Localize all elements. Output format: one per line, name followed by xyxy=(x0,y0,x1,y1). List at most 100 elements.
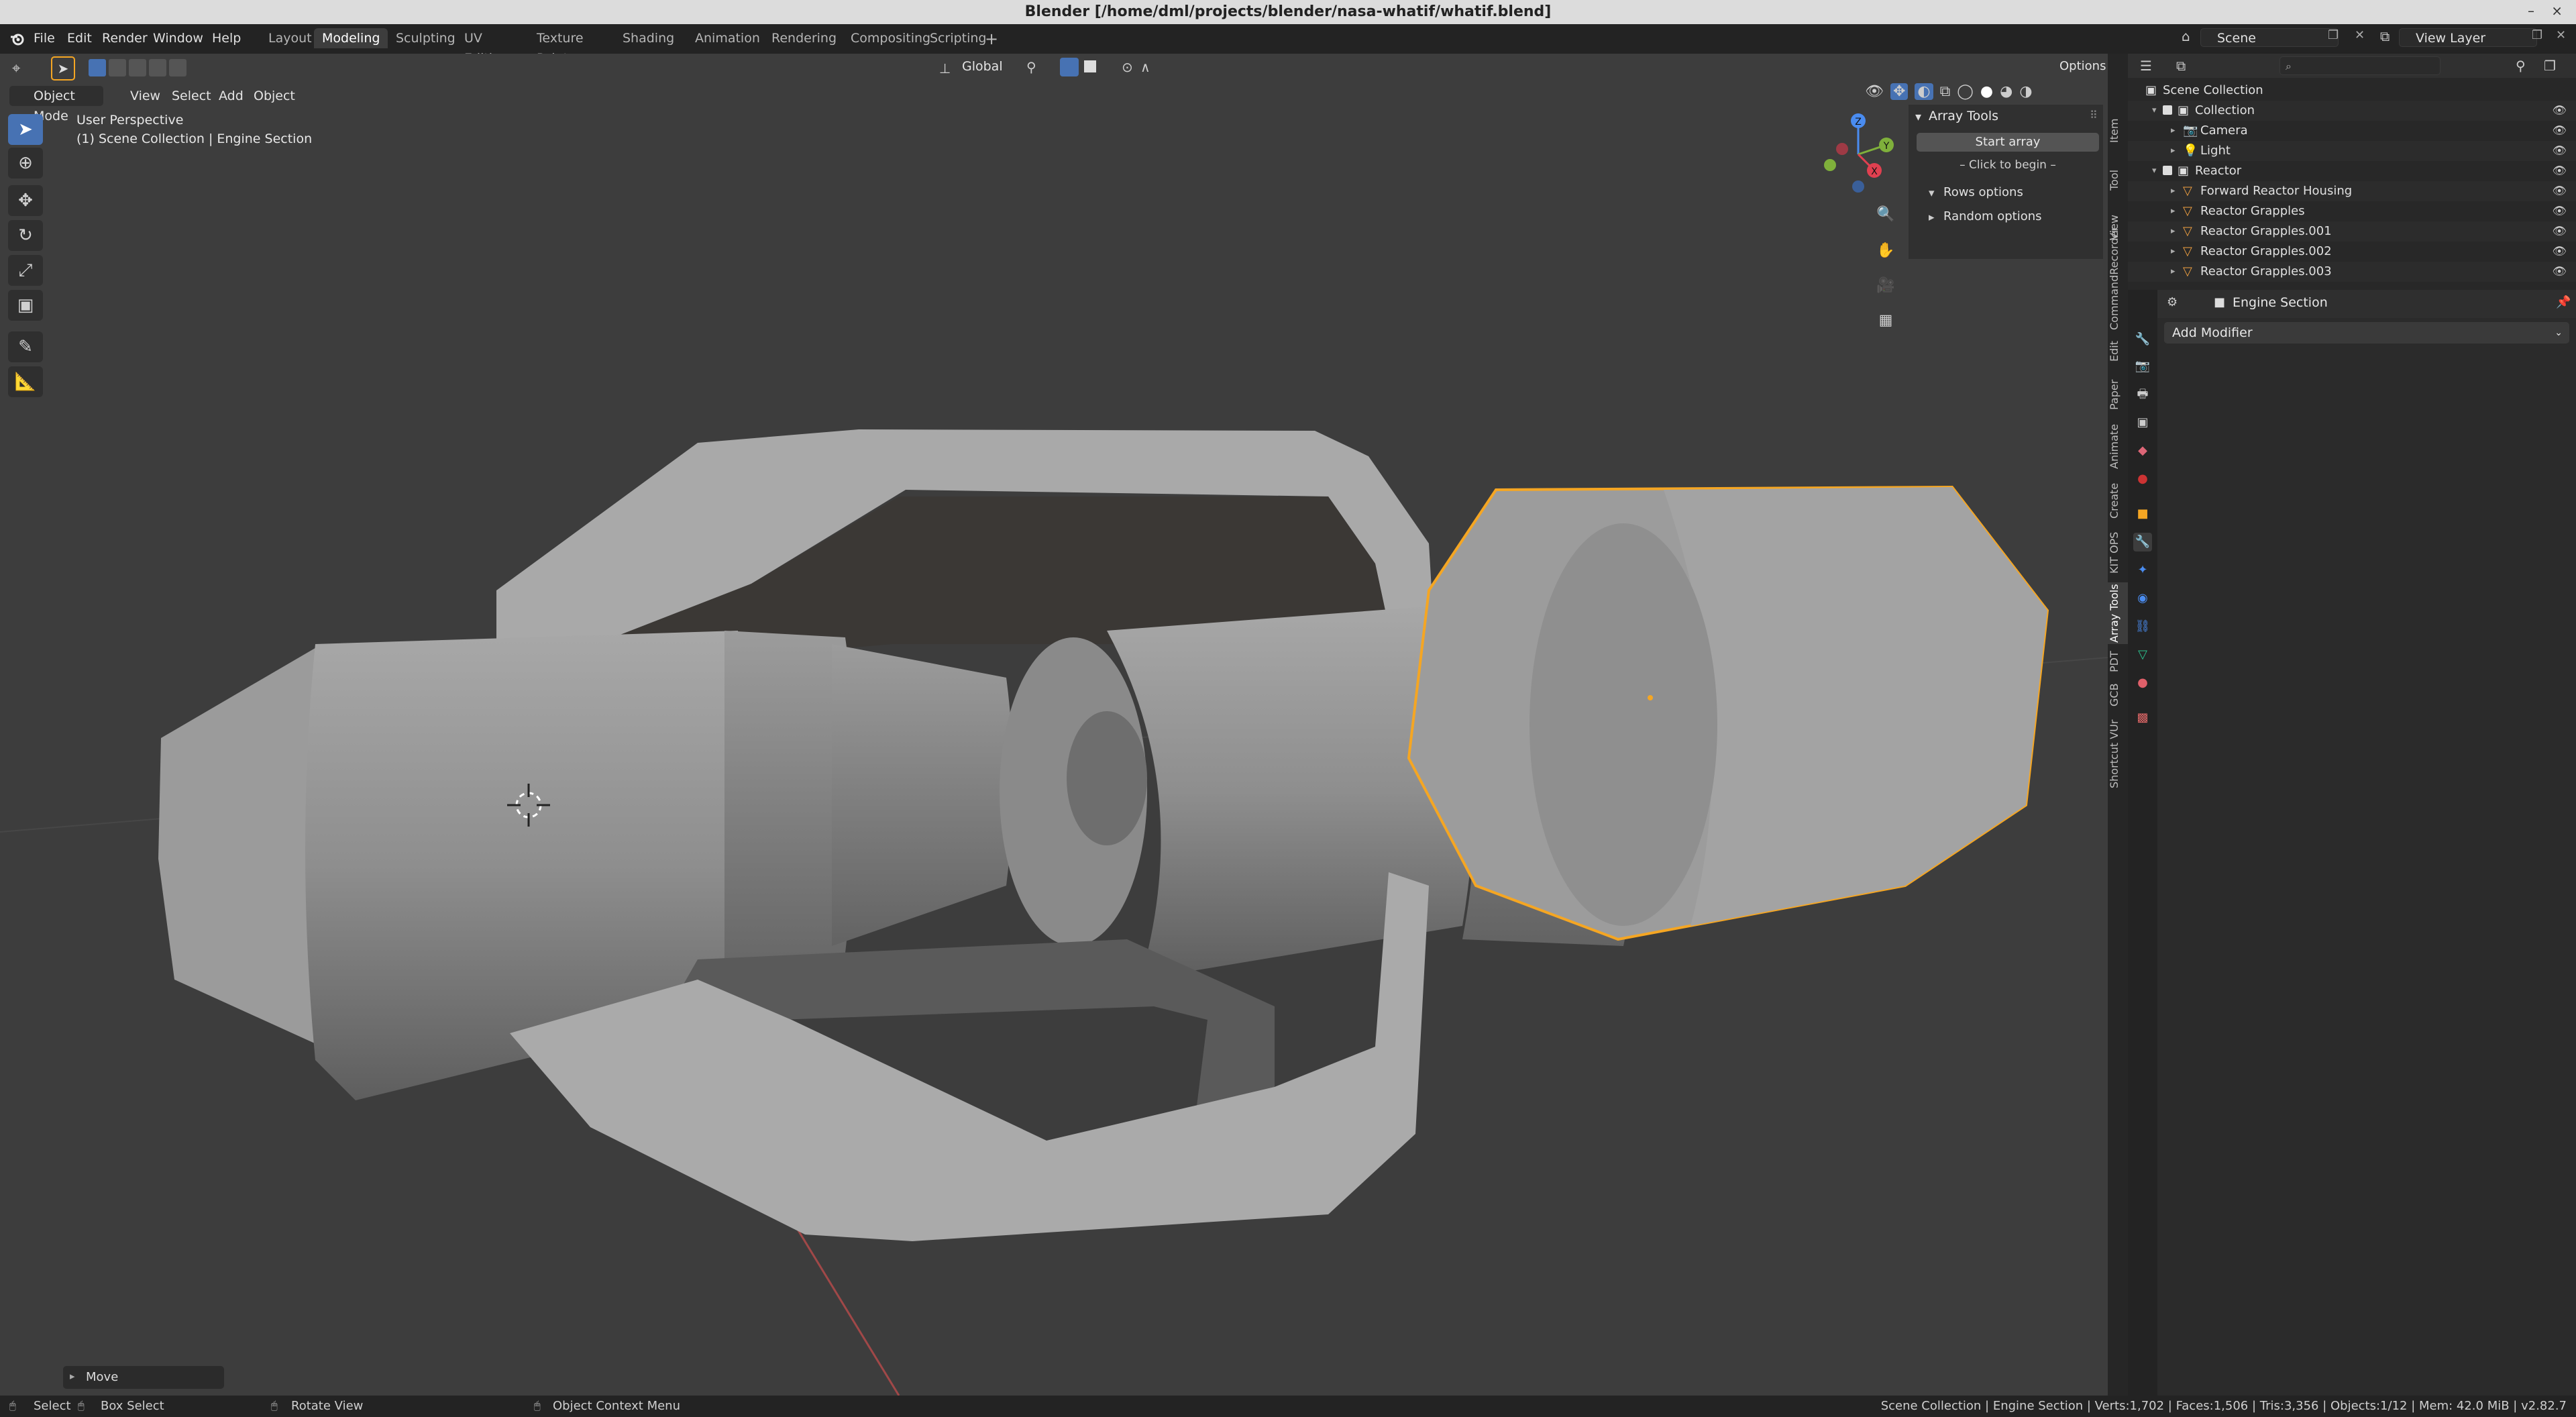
add-workspace-icon[interactable]: + xyxy=(985,30,998,48)
expand-icon[interactable]: ▸ xyxy=(2171,201,2176,221)
view-layer-tab-icon[interactable]: ▣ xyxy=(2133,413,2152,432)
sidebar-tab-edit[interactable]: Edit xyxy=(2108,334,2128,369)
visibility-eye-icon[interactable]: 👁 xyxy=(2552,262,2567,282)
collection-checkbox[interactable] xyxy=(2163,105,2172,115)
random-expand-icon[interactable]: ▸ xyxy=(1929,211,1935,224)
render-tab-icon[interactable]: 📷 xyxy=(2133,357,2152,376)
solid-shading-icon[interactable]: ● xyxy=(1980,83,1993,100)
visibility-eye-icon[interactable]: 👁 xyxy=(2552,121,2567,141)
visibility-eye-icon[interactable]: 👁 xyxy=(2552,101,2567,121)
snap-toggle-icon[interactable] xyxy=(1060,58,1079,76)
falloff-icon[interactable]: ∧ xyxy=(1140,59,1150,75)
intersect-selection-icon[interactable] xyxy=(169,59,186,76)
scene-tab-icon[interactable]: ◆ xyxy=(2133,441,2152,460)
tab-rendering[interactable]: Rendering xyxy=(763,28,845,48)
transform-orientation-dropdown[interactable]: Global xyxy=(962,56,1003,76)
new-scene-icon[interactable]: ❐ xyxy=(2328,28,2339,42)
menu-file[interactable]: File xyxy=(34,31,55,46)
outliner-row[interactable]: ▸ ▽ Reactor Grapples.002 👁 xyxy=(2128,242,2576,262)
pivot-point-icon[interactable]: ⚲ xyxy=(1026,59,1036,75)
menu-help[interactable]: Help xyxy=(212,31,241,46)
visibility-eye-icon[interactable]: 👁 xyxy=(2552,242,2567,262)
sidebar-tab-shortcut-vur[interactable]: Shortcut VUr xyxy=(2108,714,2128,794)
rows-options-panel[interactable]: Rows options xyxy=(1943,185,2023,199)
remove-view-layer-icon[interactable]: ✕ xyxy=(2556,28,2566,42)
view-menu[interactable]: View xyxy=(130,86,160,106)
expand-icon[interactable]: ▸ xyxy=(2171,262,2176,282)
rows-expand-icon[interactable]: ▾ xyxy=(1929,187,1935,200)
rotate-tool-icon[interactable]: ↻ xyxy=(8,220,43,251)
object-mode-dropdown[interactable]: Object Mode xyxy=(9,86,103,123)
tab-modeling[interactable]: Modeling xyxy=(314,28,388,48)
outliner-row[interactable]: ▸ ▽ Forward Reactor Housing 👁 xyxy=(2128,181,2576,201)
view-layer-icon[interactable]: ⧉ xyxy=(2380,28,2390,44)
ortho-toggle-icon[interactable]: ▦ xyxy=(1870,305,1901,335)
expand-icon[interactable]: ▸ xyxy=(2171,221,2176,242)
select-menu[interactable]: Select xyxy=(172,86,211,106)
sidebar-tab-kit-ops[interactable]: KIT OPS xyxy=(2108,527,2128,578)
outliner-row[interactable]: ▸ ▽ Reactor Grapples 👁 xyxy=(2128,201,2576,221)
constraints-tab-icon[interactable]: ⛓ xyxy=(2133,617,2152,636)
outliner-row[interactable]: ▸ ▽ Reactor Grapples.003 👁 xyxy=(2128,262,2576,282)
start-array-button[interactable]: Start array xyxy=(1917,133,2099,152)
tab-shading[interactable]: Shading xyxy=(614,28,682,48)
expand-icon[interactable]: ▸ xyxy=(2171,181,2176,201)
scene-icon[interactable]: ⌂ xyxy=(2182,28,2190,44)
close-button[interactable]: × xyxy=(2551,3,2563,19)
tool-tab-icon[interactable]: 🔧 xyxy=(2133,330,2152,349)
set-selection-icon[interactable] xyxy=(89,59,106,76)
outliner-search-input[interactable]: ⌕ xyxy=(2279,56,2440,75)
material-shading-icon[interactable]: ◕ xyxy=(2000,83,2012,100)
editor-type-icon[interactable]: ⚙ xyxy=(2167,295,2178,309)
expand-icon[interactable]: ▸ xyxy=(2171,141,2176,161)
options-dropdown[interactable]: Options xyxy=(2059,56,2106,76)
outliner-row[interactable]: ▣ Scene Collection xyxy=(2128,81,2576,101)
proportional-edit-icon[interactable]: ⊙ xyxy=(1122,59,1133,75)
sidebar-tab-create[interactable]: Create xyxy=(2108,478,2128,523)
tab-layout[interactable]: Layout xyxy=(260,28,320,48)
select-tool-icon[interactable]: ➤ xyxy=(51,56,75,81)
snap-target-icon[interactable] xyxy=(1084,60,1096,72)
3d-viewport[interactable]: ⌖ ➤ Object Mode View Select Add Object ⊥… xyxy=(0,54,2108,1396)
extend-selection-icon[interactable] xyxy=(109,59,126,76)
visibility-icon[interactable]: 👁 xyxy=(1865,83,1884,100)
menu-edit[interactable]: Edit xyxy=(67,31,92,46)
world-tab-icon[interactable]: ● xyxy=(2133,470,2152,488)
outliner-editor-icon[interactable]: ☰ xyxy=(2140,58,2152,74)
tab-scripting[interactable]: Scripting xyxy=(922,28,995,48)
navigation-gizmo[interactable]: Z Y X xyxy=(1811,107,1905,201)
sidebar-tab-item[interactable]: Item xyxy=(2108,107,2128,154)
panel-collapse-icon[interactable]: ▾ xyxy=(1915,110,1921,124)
sidebar-tab-tool[interactable]: Tool xyxy=(2108,162,2128,197)
annotate-tool-icon[interactable]: ✎ xyxy=(8,331,43,362)
tab-sculpting[interactable]: Sculpting xyxy=(388,28,464,48)
new-view-layer-icon[interactable]: ❐ xyxy=(2532,28,2542,42)
visibility-eye-icon[interactable]: 👁 xyxy=(2552,141,2567,161)
sidebar-tab-animate[interactable]: Animate xyxy=(2108,419,2128,474)
pan-hand-icon[interactable]: ✋ xyxy=(1870,235,1901,266)
sidebar-tab-pdt[interactable]: PDT xyxy=(2108,647,2128,676)
menu-window[interactable]: Window xyxy=(153,31,203,46)
collapse-icon[interactable]: ▾ xyxy=(2152,101,2157,121)
transform-tool-icon[interactable]: ▣ xyxy=(8,290,43,321)
collapse-icon[interactable]: ▾ xyxy=(2152,161,2157,181)
material-tab-icon[interactable]: ● xyxy=(2133,674,2152,692)
minimize-button[interactable]: – xyxy=(2528,3,2534,19)
particles-tab-icon[interactable]: ✦ xyxy=(2133,561,2152,580)
modifier-tab-icon[interactable]: 🔧 xyxy=(2133,533,2152,552)
select-box-tool-icon[interactable]: ➤ xyxy=(8,114,43,145)
outliner-row[interactable]: ▸ ▽ Reactor Grapples.001 👁 xyxy=(2128,221,2576,242)
measure-tool-icon[interactable]: 📐 xyxy=(8,366,43,397)
drag-handle-icon[interactable]: ⠿ xyxy=(2090,109,2098,121)
overlay-toggle-icon[interactable]: ◐ xyxy=(1915,83,1933,100)
add-menu[interactable]: Add xyxy=(219,86,244,106)
outliner-row[interactable]: ▸ 📷 Camera 👁 xyxy=(2128,121,2576,141)
wireframe-shading-icon[interactable]: ◯ xyxy=(1957,83,1974,100)
new-collection-icon[interactable]: ❐ xyxy=(2544,58,2556,74)
editor-type-icon[interactable]: ⌖ xyxy=(12,60,20,77)
sidebar-tab-gcb[interactable]: GCB xyxy=(2108,680,2128,710)
output-tab-icon[interactable]: 🖶 xyxy=(2133,385,2152,404)
view-layer-selector[interactable]: View Layer xyxy=(2399,28,2537,47)
xray-icon[interactable]: ⧉ xyxy=(1940,83,1951,100)
object-tab-icon[interactable]: ■ xyxy=(2133,505,2152,523)
